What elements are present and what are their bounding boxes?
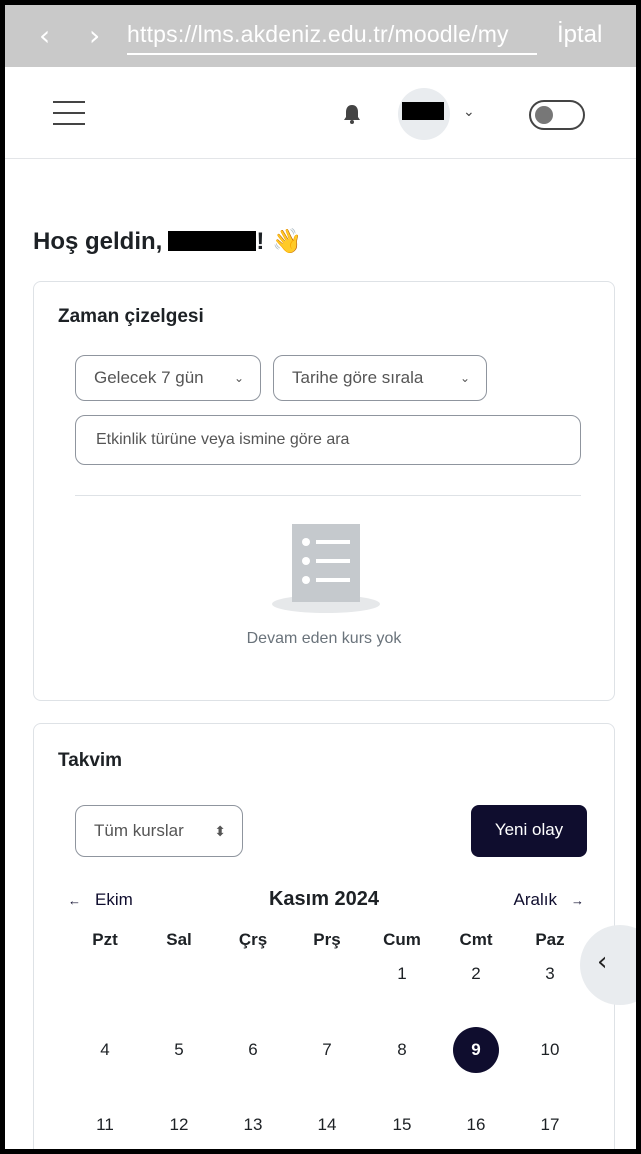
arrow-right-icon: → [571,893,584,908]
divider [75,495,581,496]
weekday-label: Cmt [459,930,493,949]
next-month-link[interactable]: Aralık → [514,890,584,910]
calendar-day[interactable]: 16 [453,1102,499,1148]
calendar-day[interactable]: 4 [82,1027,128,1073]
chevron-left-icon: ‹ [597,947,608,977]
chevron-down-icon: ⌄ [233,371,244,385]
toggle-knob [535,106,553,124]
weekday-label: Prş [313,930,341,949]
calendar-day[interactable]: 13 [230,1102,276,1148]
weekday-label: Paz [535,930,565,949]
timeline-range-value: Gelecek 7 gün [94,368,204,387]
chevron-down-icon[interactable]: ⌄ [463,103,475,120]
bell-icon[interactable] [342,103,362,125]
edit-mode-toggle[interactable] [529,100,585,130]
calendar-day[interactable]: 8 [379,1027,425,1073]
url-field[interactable]: https://lms.akdeniz.edu.tr/moodle/my [127,21,539,48]
back-icon[interactable]: ‹ [39,19,50,52]
timeline-card: Zaman çizelgesi Gelecek 7 gün ⌄ Tarihe g… [33,281,615,701]
course-filter-value: Tüm kurslar [94,821,184,840]
calendar-day[interactable]: 6 [230,1027,276,1073]
timeline-search-input[interactable]: Etkinlik türüne veya ismine göre ara [75,415,581,465]
calendar-day[interactable]: 11 [82,1102,128,1148]
weekday-label: Cum [383,930,421,949]
calendar-day[interactable]: 2 [453,951,499,997]
empty-list-icon [272,524,380,613]
next-month-label: Aralık [513,890,557,909]
chevron-down-icon: ⌄ [459,371,470,385]
weekday-label: Pzt [92,930,118,949]
calendar-day[interactable]: 15 [379,1102,425,1148]
calendar-card: Takvim Tüm kurslar ⬍ Yeni olay ← Ekim Kas… [33,723,615,1149]
redacted-username [168,231,257,251]
calendar-title: Takvim [58,750,123,771]
greeting-prefix: Hoş geldin, [33,228,163,255]
wave-emoji: 👋 [272,228,303,255]
calendar-day[interactable]: 7 [304,1027,350,1073]
sort-icon: ⬍ [214,823,226,839]
cancel-button[interactable]: İptal [557,21,602,49]
calendar-day[interactable]: 17 [527,1102,573,1148]
greeting-suffix: ! [256,228,265,255]
calendar-day[interactable]: 1 [379,951,425,997]
weekday-label: Sal [166,930,192,949]
calendar-day[interactable]: 5 [156,1027,202,1073]
forward-icon[interactable]: › [89,19,100,52]
page-title: Hoş geldin,! 👋 [33,227,302,256]
app-header: ⌄ [5,67,636,159]
timeline-sort-value: Tarihe göre sırala [292,368,424,387]
hamburger-icon[interactable] [53,101,85,125]
avatar[interactable] [398,88,450,140]
browser-address-bar: ‹ › https://lms.akdeniz.edu.tr/moodle/my… [5,5,636,67]
url-underline [127,53,537,55]
timeline-title: Zaman çizelgesi [58,306,204,327]
timeline-range-select[interactable]: Gelecek 7 gün ⌄ [75,355,261,401]
empty-state-message: Devam eden kurs yok [246,630,402,647]
weekday-label: Çrş [238,930,268,949]
timeline-sort-select[interactable]: Tarihe göre sırala ⌄ [273,355,487,401]
calendar-day[interactable]: 3 [527,951,573,997]
course-filter-select[interactable]: Tüm kurslar ⬍ [75,805,243,857]
calendar-day-today[interactable]: 9 [453,1027,499,1073]
calendar-day[interactable]: 14 [304,1102,350,1148]
new-event-button[interactable]: Yeni olay [471,805,587,857]
screen-frame: ‹ › https://lms.akdeniz.edu.tr/moodle/my… [0,0,641,1154]
avatar-redaction [402,102,444,120]
calendar-day[interactable]: 12 [156,1102,202,1148]
calendar-day[interactable]: 10 [527,1027,573,1073]
